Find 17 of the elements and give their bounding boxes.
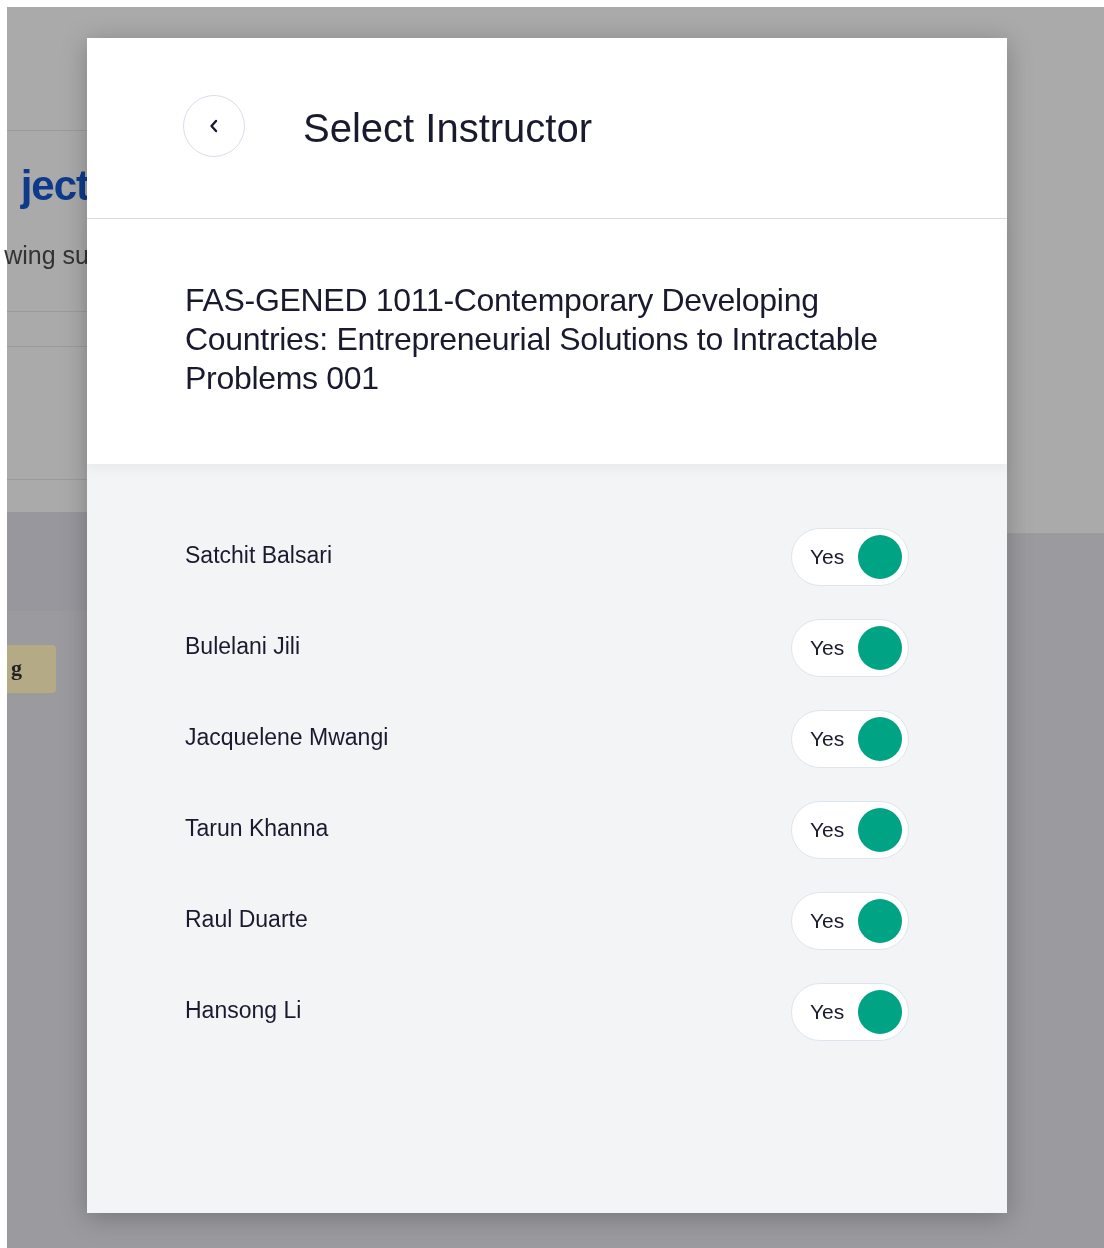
instructor-name: Bulelani Jili [185,633,301,660]
instructor-name: Tarun Khanna [185,815,329,842]
page-heading: ject [20,162,89,210]
toggle-switch[interactable]: Yes [791,619,909,677]
instructor-name: Raul Duarte [185,906,308,933]
chevron-left-icon [209,119,219,133]
toggle-switch[interactable]: Yes [791,528,909,586]
status-tag: g [7,645,56,693]
instructor-name: Jacquelene Mwangi [185,724,389,751]
modal-title: Select Instructor [303,105,592,151]
toggle-switch[interactable]: Yes [791,983,909,1041]
toggle-switch[interactable]: Yes [791,710,909,768]
toggle-switch[interactable]: Yes [791,801,909,859]
course-title: FAS-GENED 1011-Contemporary Developing Countries: Entrepreneurial Solutions to Intractable Problems 001 [185,281,879,398]
instructor-name: Hansong Li [185,997,302,1024]
toggle-switch[interactable]: Yes [791,892,909,950]
instructor-name: Satchit Balsari [185,542,332,569]
